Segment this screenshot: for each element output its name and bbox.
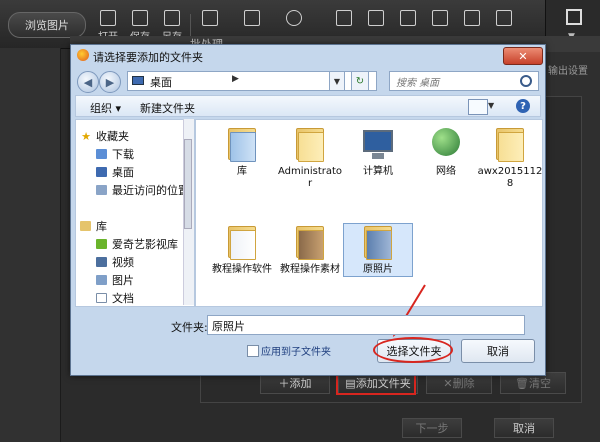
browse-images-button[interactable]: 浏览图片: [8, 12, 86, 38]
forward-button[interactable]: ▶: [99, 71, 121, 93]
command-bar: 组织 ▾ 新建文件夹 ▼ ?: [75, 95, 541, 117]
new-folder-button[interactable]: 新建文件夹: [140, 100, 195, 116]
close-button[interactable]: ✕: [503, 47, 543, 65]
dialog-titlebar: 请选择要添加的文件夹 ✕: [71, 45, 545, 67]
back-button[interactable]: ◀: [77, 71, 99, 93]
breadcrumb-arrow-icon[interactable]: ▶: [232, 74, 239, 84]
plus-icon: ＋: [278, 377, 290, 390]
apply-subfolders-label[interactable]: 应用到子文件夹: [261, 343, 331, 358]
document-icon: [96, 293, 107, 303]
search-input[interactable]: 搜索 桌面: [389, 71, 539, 91]
video-icon: [96, 257, 107, 267]
edit-icon: [566, 9, 582, 25]
print-icon: [432, 10, 448, 26]
folder-icon: [492, 126, 528, 162]
nav-libraries[interactable]: 库: [80, 218, 107, 234]
iqiyi-icon: [96, 239, 107, 249]
save-as-icon: [164, 10, 180, 26]
arrow-right-icon: ▶: [105, 75, 115, 89]
nav-documents[interactable]: 文档: [96, 290, 134, 306]
refresh-button[interactable]: ↻: [351, 71, 369, 91]
next-button[interactable]: 下一步: [402, 418, 462, 438]
dialog-title: 请选择要添加的文件夹: [93, 51, 203, 64]
nav-favorites[interactable]: ★ 收藏夹: [80, 128, 129, 144]
crop-icon: [202, 10, 218, 26]
search-icon: [520, 75, 532, 87]
folder-name-input[interactable]: 原照片: [207, 315, 525, 335]
address-text: 桌面: [150, 76, 172, 89]
folder-name-label: 文件夹:: [171, 321, 208, 334]
select-folder-dialog: 请选择要添加的文件夹 ✕ ◀ ▶ 桌面 ▶ ▼ ↻ 搜索 桌面 组织 ▾ 新建文…: [70, 44, 546, 376]
output-settings-label: 输出设置: [548, 66, 588, 77]
navigation-pane: ★ 收藏夹 下载 桌面 最近访问的位置 库 爱奇艺影视库 视频 图片 文档: [75, 119, 195, 307]
file-item-library[interactable]: 库: [208, 126, 276, 178]
nav-videos[interactable]: 视频: [96, 254, 134, 270]
trash-icon: 🗑: [515, 376, 529, 390]
refresh-icon: ↻: [355, 75, 365, 87]
file-list-pane: 库 Administrator 计算机 网络 awx20151128 教程操作软…: [195, 119, 543, 307]
save-icon: [132, 10, 148, 26]
photo-folder-icon: [360, 224, 396, 260]
toolbar-divider: [190, 14, 191, 38]
nav-scrollbar-thumb[interactable]: [184, 139, 192, 229]
close-icon: ✕: [443, 376, 453, 390]
chevron-down-icon[interactable]: ▼: [488, 101, 494, 110]
left-panel: [0, 48, 61, 442]
dialog-cancel-button[interactable]: 取消: [461, 339, 535, 363]
cut-icon: [244, 10, 260, 26]
more-icon: [496, 10, 512, 26]
grid-icon: [400, 10, 416, 26]
close-icon: ✕: [518, 49, 528, 63]
address-dropdown-button[interactable]: ▼: [329, 71, 345, 91]
view-options-icon[interactable]: [468, 99, 488, 115]
file-item-administrator[interactable]: Administrator: [276, 126, 344, 190]
frame-icon: [368, 10, 384, 26]
help-icon: ?: [520, 100, 526, 112]
select-button-highlight: [373, 337, 453, 363]
folder-name-value: 原照片: [212, 320, 245, 333]
nav-recent[interactable]: 最近访问的位置: [96, 182, 189, 198]
file-item-tutorial-materials[interactable]: 教程操作素材: [276, 224, 344, 276]
nav-iqiyi[interactable]: 爱奇艺影视库: [96, 236, 178, 252]
file-item-tutorial-software[interactable]: 教程操作软件: [208, 224, 276, 276]
library-folder-icon: [224, 126, 260, 162]
download-icon: [96, 149, 107, 159]
address-row: ◀ ▶ 桌面 ▶ ▼ ↻ 搜索 桌面: [75, 69, 541, 93]
open-icon: [100, 10, 116, 26]
computer-icon: [360, 126, 396, 162]
nav-pictures[interactable]: 图片: [96, 272, 134, 288]
file-item-awx20151128[interactable]: awx20151128: [476, 126, 544, 190]
library-icon: [80, 221, 91, 231]
star-icon: [336, 10, 352, 26]
file-item-network[interactable]: 网络: [412, 126, 480, 178]
rotate-icon: [286, 10, 302, 26]
folder-icon: [224, 224, 260, 260]
desktop-icon: [96, 167, 107, 177]
user-folder-icon: [292, 126, 328, 162]
app-logo-icon: [77, 49, 89, 61]
picture-icon: [96, 275, 107, 285]
file-item-computer[interactable]: 计算机: [344, 126, 412, 178]
desktop-icon: [132, 76, 144, 85]
chevron-down-icon: ▼: [333, 76, 341, 86]
file-item-original-photos[interactable]: 原照片: [343, 223, 413, 277]
help-button[interactable]: ?: [516, 99, 530, 113]
nav-downloads[interactable]: 下载: [96, 146, 134, 162]
recent-places-icon: [96, 185, 107, 195]
share-icon: [464, 10, 480, 26]
star-icon: ★: [81, 129, 91, 143]
network-globe-icon: [428, 126, 464, 162]
nav-desktop[interactable]: 桌面: [96, 164, 134, 180]
arrow-left-icon: ◀: [83, 75, 93, 89]
batch-cancel-button[interactable]: 取消: [494, 418, 554, 438]
search-placeholder: 搜索 桌面: [396, 78, 440, 89]
folder-icon: [292, 224, 328, 260]
organize-menu[interactable]: 组织 ▾: [90, 100, 121, 116]
apply-subfolders-checkbox[interactable]: [247, 345, 259, 357]
